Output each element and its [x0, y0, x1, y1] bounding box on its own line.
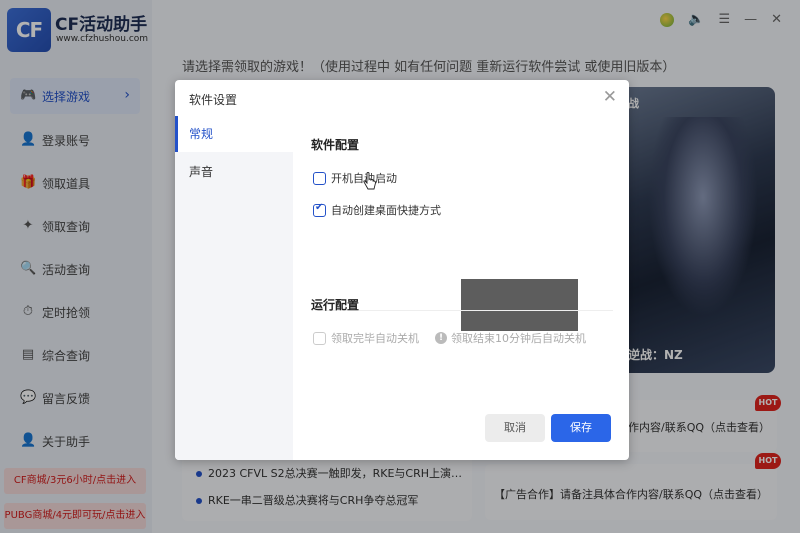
dialog-content: 软件配置 开机自动启动 自动创建桌面快捷方式 运行配置 领取完毕自动关机 ! 领…: [293, 116, 629, 460]
dialog-sidebar: 常规 声音: [175, 116, 293, 460]
auto-shutdown-label: 领取完毕自动关机: [331, 332, 419, 345]
desktop-shortcut-option[interactable]: 自动创建桌面快捷方式: [313, 202, 441, 218]
save-button[interactable]: 保存: [551, 414, 611, 442]
software-config-title: 软件配置: [311, 138, 360, 152]
auto-shutdown-option[interactable]: 领取完毕自动关机: [313, 330, 419, 346]
redacted-block: [461, 279, 578, 331]
shutdown-info-hint: ! 领取结束10分钟后自动关机: [435, 330, 586, 346]
dialog-close-icon[interactable]: ✕: [603, 87, 617, 107]
desktop-shortcut-checkbox[interactable]: [313, 202, 326, 217]
info-icon: !: [435, 332, 447, 344]
hand-cursor-icon: [363, 172, 376, 190]
desktop-shortcut-label: 自动创建桌面快捷方式: [331, 204, 441, 217]
section-divider: [315, 310, 613, 311]
cancel-button[interactable]: 取消: [485, 414, 545, 442]
dialog-header: 软件设置 ✕: [175, 80, 629, 116]
run-config-title: 运行配置: [311, 298, 360, 312]
settings-dialog: 软件设置 ✕ 常规 声音 软件配置 开机自动启动 自动创建桌面快捷方式 运行配置…: [175, 80, 629, 460]
autostart-checkbox[interactable]: [313, 171, 326, 185]
tab-general[interactable]: 常规: [175, 116, 293, 152]
autostart-option[interactable]: 开机自动启动: [313, 170, 397, 186]
dialog-title: 软件设置: [189, 93, 238, 107]
tab-sound[interactable]: 声音: [175, 154, 293, 190]
auto-shutdown-checkbox[interactable]: [313, 331, 326, 345]
shutdown-info-text: 领取结束10分钟后自动关机: [451, 332, 586, 345]
